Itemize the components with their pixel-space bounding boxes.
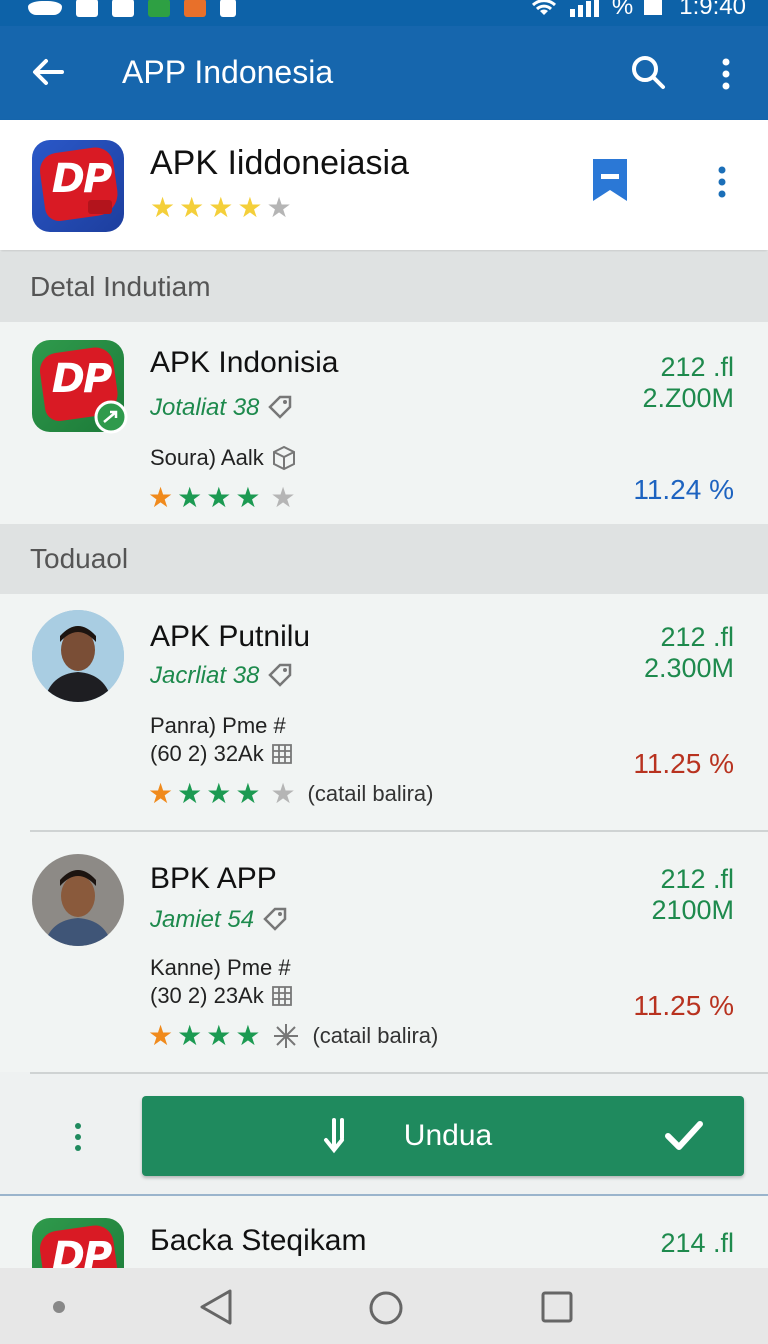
star-icon: ★	[177, 481, 203, 514]
edit-icon	[112, 0, 134, 17]
app-title: Бacka Steqikam	[150, 1224, 367, 1257]
signal-text: %	[611, 0, 634, 20]
image-icon	[76, 0, 98, 17]
star-empty-icon: ★	[270, 777, 296, 810]
battery-icon	[644, 0, 663, 15]
recents-icon[interactable]	[540, 1290, 574, 1324]
star-icon: ★	[237, 191, 263, 224]
clock: 1:9:40	[679, 0, 746, 20]
rating-stars: ★ ★ ★ ★ ★	[150, 194, 292, 222]
app-stats: 212 .fl 2100M	[651, 864, 734, 925]
percent-value: 11.25 %	[633, 748, 734, 779]
rating-stars: ★ ★ ★ ★ ★	[148, 484, 296, 512]
tag-icon	[268, 663, 292, 687]
notification-icons	[28, 0, 236, 17]
orange-app-icon	[184, 0, 206, 17]
list-item[interactable]: APK Putnilu Jacrliat 38 Panra) Pme # (60…	[0, 594, 768, 834]
app-icon: DP	[32, 140, 124, 232]
app-header-card[interactable]: DP APK Iiddoneiasia ★ ★ ★ ★ ★	[0, 120, 768, 250]
section-header: Toduaol	[0, 524, 768, 594]
percent-value: 11.24 %	[633, 474, 734, 505]
star-icon: ★	[177, 1019, 203, 1052]
rating-stars: ★ ★ ★ ★ ★ (catail balira)	[148, 780, 433, 808]
star-icon: ★	[206, 777, 232, 810]
app-description: Soura) Aalk	[150, 444, 296, 472]
signal-icon	[569, 0, 599, 17]
section-header: Detal Indutiam	[0, 252, 768, 322]
divider	[30, 1072, 768, 1074]
sparkle-icon	[274, 1024, 299, 1048]
bookmark-icon[interactable]	[590, 156, 630, 204]
pattern-icon	[271, 986, 292, 1006]
star-icon: ★	[206, 1019, 232, 1052]
star-icon: ★	[179, 191, 205, 224]
box-icon	[272, 445, 295, 471]
rating-stars: ★ ★ ★ ★ (catail balira)	[148, 1022, 438, 1050]
app-subtitle: Jamiet 54	[150, 906, 288, 934]
star-icon: ★	[235, 1019, 261, 1052]
star-icon: ★	[150, 191, 176, 224]
download-arrow-icon	[324, 1118, 344, 1154]
list-item[interactable]: BPK APP Jamiet 54 Kanne) Pme # (30 2) 23…	[0, 832, 768, 1072]
cloud-icon	[28, 1, 62, 15]
app-description: Kanne) Pme # (30 2) 23Ak	[150, 954, 294, 1010]
tag-icon	[268, 395, 292, 419]
star-empty-icon: ★	[266, 191, 292, 224]
star-icon: ★	[148, 481, 174, 514]
avatar	[32, 854, 124, 946]
status-bar: % 1:9:40	[0, 0, 768, 26]
download-label: Undua	[403, 1119, 493, 1152]
dot-icon[interactable]	[52, 1300, 66, 1314]
app-subtitle: Jacrliat 38	[150, 662, 293, 690]
tag-icon	[263, 907, 287, 931]
home-icon[interactable]	[368, 1290, 404, 1326]
list-item[interactable]: DP APK Indonisia Jotaliat 38 Soura) Aalk…	[0, 322, 768, 526]
star-icon: ★	[235, 481, 261, 514]
app-stats: 212 .fl 2.300M	[643, 622, 734, 683]
app-bar-title: APP Indonesia	[122, 54, 334, 90]
share-icon	[94, 400, 128, 434]
overflow-menu-icon[interactable]	[712, 54, 740, 94]
app-title: BPK APP	[150, 862, 277, 895]
app-bar: APP Indonesia	[0, 26, 768, 120]
star-icon: ★	[208, 191, 234, 224]
star-icon: ★	[148, 1019, 174, 1052]
app-title: APK Putnilu	[150, 620, 311, 653]
download-overflow-icon[interactable]	[68, 1120, 88, 1156]
back-arrow-icon[interactable]	[28, 52, 68, 92]
app-description: Panra) Pme # (60 2) 32Ak	[150, 712, 294, 768]
navigation-bar	[0, 1268, 768, 1344]
rating-note: (catail balira)	[312, 1023, 439, 1048]
rating-note: (catail balira)	[307, 781, 434, 806]
app-stats: 214 .fl	[660, 1228, 734, 1258]
list-item[interactable]: DP Бacka Steqikam 214 .fl	[0, 1196, 768, 1270]
star-icon: ★	[177, 777, 203, 810]
pattern-icon	[271, 744, 292, 764]
avatar	[32, 610, 124, 702]
download-button[interactable]: Undua	[142, 1096, 744, 1176]
app-title: APK Iiddoneiasia	[150, 144, 409, 182]
percent-value: 11.25 %	[633, 990, 734, 1021]
star-empty-icon: ★	[270, 481, 296, 514]
check-icon	[665, 1121, 703, 1150]
file-icon	[220, 0, 236, 17]
star-icon: ★	[206, 481, 232, 514]
star-icon: ★	[148, 777, 174, 810]
back-icon[interactable]	[198, 1288, 234, 1326]
search-icon[interactable]	[628, 52, 668, 92]
wifi-icon	[531, 0, 556, 15]
star-icon: ★	[235, 777, 261, 810]
app-icon: DP	[32, 1218, 124, 1270]
header-overflow-icon[interactable]	[712, 164, 732, 204]
green-app-icon	[148, 0, 170, 17]
app-title: APK Indonisia	[150, 346, 339, 379]
app-subtitle: Jotaliat 38	[150, 394, 293, 422]
app-stats: 212 .fl 2.Z00M	[642, 352, 734, 413]
